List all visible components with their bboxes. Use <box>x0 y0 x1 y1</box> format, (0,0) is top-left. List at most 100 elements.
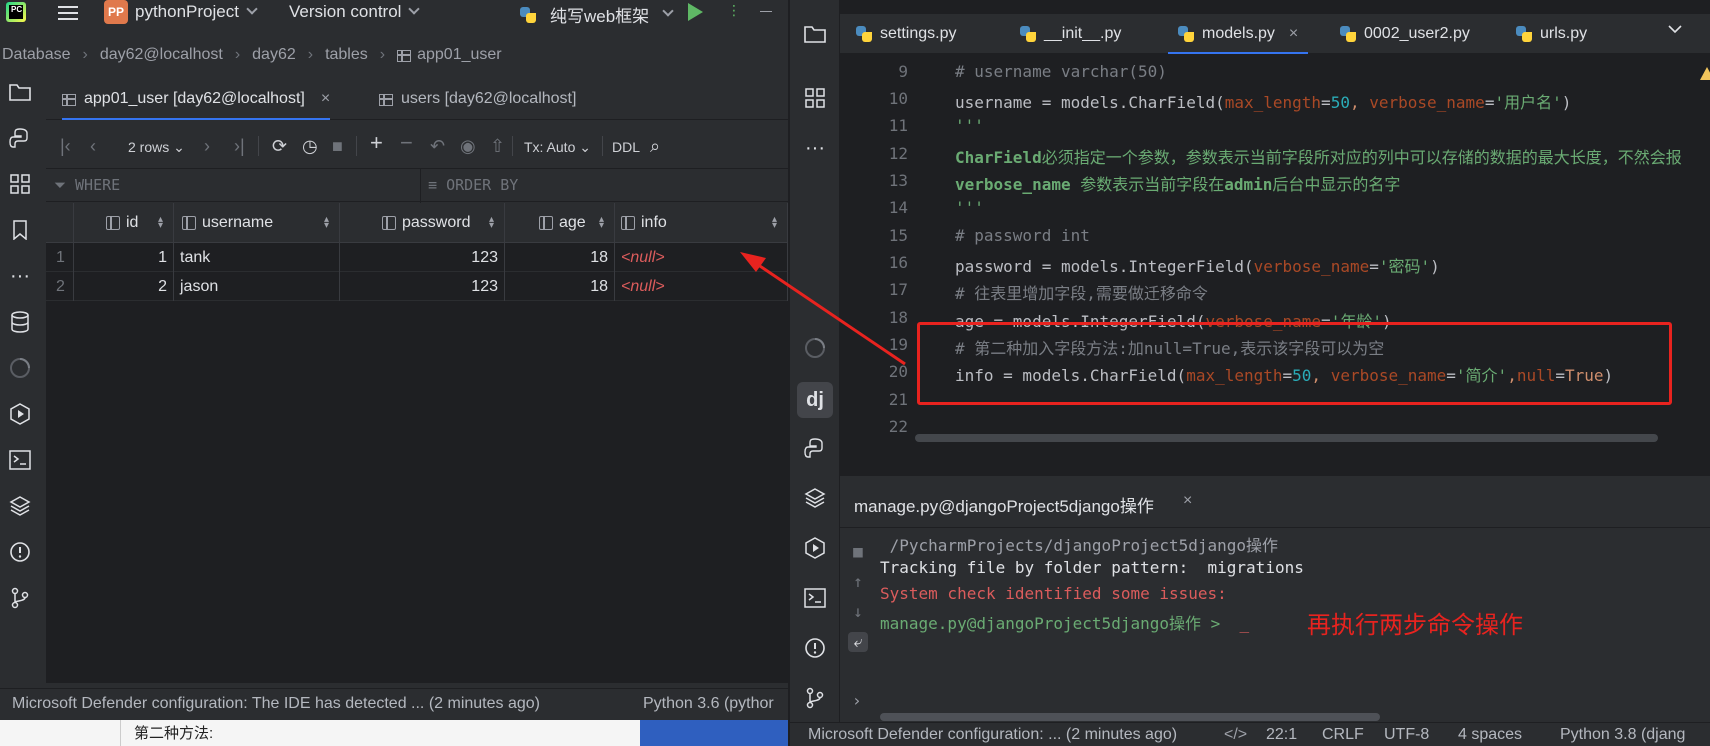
tab-settings-py[interactable]: settings.py <box>856 14 956 54</box>
services-icon[interactable] <box>8 402 32 426</box>
column-header-password[interactable]: password ▴ ▾ <box>340 203 505 243</box>
sort-icon[interactable]: ▴ ▾ <box>324 215 329 231</box>
run-icon[interactable] <box>688 3 703 21</box>
version-control-menu[interactable]: Version control <box>289 2 421 22</box>
cell-age[interactable]: 18 <box>505 272 615 301</box>
layers-icon[interactable] <box>8 494 32 518</box>
structure-icon[interactable] <box>8 172 32 196</box>
cell-username[interactable]: jason <box>174 272 340 301</box>
terminal-prompt[interactable]: manage.py@djangoProject5django操作 > _ <box>880 610 1249 634</box>
delete-row-icon[interactable]: − <box>400 132 413 154</box>
column-header-age[interactable]: age ▴ ▾ <box>505 203 615 243</box>
debug-icon[interactable]: ⋮ <box>727 2 741 19</box>
add-row-icon[interactable]: + <box>370 132 383 154</box>
sort-icon[interactable]: ▴ ▾ <box>599 215 604 231</box>
cell-id[interactable]: 2 <box>74 272 174 301</box>
indent-setting[interactable]: 4 spaces <box>1458 726 1522 744</box>
cell-id[interactable]: 1 <box>74 243 174 272</box>
warning-indicator[interactable]: 1 ˄ <box>1700 64 1710 83</box>
tab-users[interactable]: users [day62@localhost] <box>379 78 576 120</box>
sort-icon[interactable]: ▴ ▾ <box>772 215 777 231</box>
ddl-button[interactable]: DDL <box>612 137 640 157</box>
project-badge[interactable]: PP <box>104 0 128 24</box>
file-encoding[interactable]: UTF-8 <box>1384 726 1429 744</box>
tab-models-py[interactable]: models.py × <box>1167 14 1309 54</box>
column-header-info[interactable]: info ▴ ▾ <box>615 203 788 243</box>
python-console-icon[interactable] <box>803 436 827 460</box>
run-config-selector[interactable]: 纯写web框架 <box>520 2 674 27</box>
database-icon[interactable] <box>8 310 32 334</box>
breadcrumb-tables[interactable]: tables <box>325 46 368 64</box>
main-menu-icon[interactable] <box>58 2 78 22</box>
python-console-icon[interactable] <box>8 126 32 150</box>
tab-init-py[interactable]: __init__.py <box>1020 14 1121 54</box>
django-icon[interactable]: dj <box>797 382 833 418</box>
breadcrumb-schema[interactable]: day62 <box>252 46 296 64</box>
table-row[interactable]: 1 1 tank 123 18 <null> <box>46 243 788 272</box>
profiler-icon[interactable] <box>8 356 32 380</box>
search-icon[interactable]: ⌕ <box>650 136 660 156</box>
cell-username[interactable]: tank <box>174 243 340 272</box>
soft-wrap-icon[interactable]: ⤶ <box>848 632 868 652</box>
tab-urls-py[interactable]: urls.py <box>1516 14 1587 54</box>
git-icon[interactable] <box>803 686 827 710</box>
caret-position[interactable]: 22:1 <box>1266 726 1297 744</box>
next-page-icon[interactable]: › <box>204 136 210 156</box>
first-page-icon[interactable]: |‹ <box>60 136 71 156</box>
arrow-down-icon[interactable]: ↓ <box>848 602 868 622</box>
last-page-icon[interactable]: ›| <box>234 136 245 156</box>
folder-icon[interactable] <box>8 80 32 104</box>
more-tools-icon[interactable]: ··· <box>803 136 827 160</box>
stop-icon[interactable]: ■ <box>332 136 343 156</box>
problems-icon[interactable] <box>8 540 32 564</box>
where-filter-input[interactable]: ⏷ WHERE <box>54 176 120 194</box>
refresh-icon[interactable]: ⟳ <box>272 136 287 156</box>
status-message[interactable]: Microsoft Defender configuration: The ID… <box>12 695 540 713</box>
close-icon[interactable]: × <box>1183 492 1192 510</box>
close-icon[interactable]: × <box>321 90 330 108</box>
breadcrumb-database[interactable]: Database <box>2 46 71 64</box>
project-selector[interactable]: pythonProject <box>135 2 258 22</box>
terminal-panel[interactable]: ■ ↑ ↓ ⤶ › /PycharmProjects/djangoProject… <box>840 528 1710 723</box>
tab-app01-user[interactable]: app01_user [day62@localhost] × <box>62 78 331 120</box>
column-header-id[interactable]: id ▴ ▾ <box>74 203 174 243</box>
terminal-icon[interactable] <box>803 586 827 610</box>
folder-icon[interactable] <box>803 22 827 46</box>
structure-icon[interactable] <box>803 86 827 110</box>
stop-icon[interactable]: ■ <box>848 542 868 562</box>
line-separator[interactable]: CRLF <box>1322 726 1364 744</box>
chevron-down-icon[interactable] <box>1668 24 1682 34</box>
column-header-username[interactable]: username ▴ ▾ <box>174 203 340 243</box>
rows-selector[interactable]: 2 rows ⌄ <box>128 137 185 157</box>
horizontal-scrollbar[interactable] <box>915 434 1658 442</box>
revert-icon[interactable]: ↶ <box>430 136 445 156</box>
chevron-right-icon[interactable]: › <box>852 691 862 710</box>
table-row[interactable]: 2 2 jason 123 18 <null> <box>46 272 788 301</box>
preview-icon[interactable]: ◉ <box>460 136 476 156</box>
close-icon[interactable]: × <box>1289 25 1298 43</box>
profiler-icon[interactable] <box>803 336 827 360</box>
cell-info[interactable]: <null> <box>615 272 788 301</box>
terminal-tab[interactable]: manage.py@djangoProject5django操作 <box>854 492 1154 517</box>
services-icon[interactable] <box>803 536 827 560</box>
submit-icon[interactable]: ⇧ <box>490 136 505 156</box>
layers-icon[interactable] <box>803 486 827 510</box>
more-tools-icon[interactable]: ··· <box>8 264 32 288</box>
sort-icon[interactable]: ▴ ▾ <box>158 215 163 231</box>
terminal-icon[interactable] <box>8 448 32 472</box>
breadcrumb-host[interactable]: day62@localhost <box>100 46 223 64</box>
git-icon[interactable] <box>8 586 32 610</box>
status-message[interactable]: Microsoft Defender configuration: ... (2… <box>808 726 1177 744</box>
sort-icon[interactable]: ▴ ▾ <box>489 215 494 231</box>
history-icon[interactable]: ◷ <box>302 136 318 156</box>
horizontal-scrollbar[interactable] <box>880 713 1380 721</box>
previous-page-icon[interactable]: ‹ <box>90 136 96 156</box>
order-by-input[interactable]: ≡ ORDER BY <box>428 176 518 194</box>
cell-age[interactable]: 18 <box>505 243 615 272</box>
tab-0002-user2-py[interactable]: 0002_user2.py <box>1340 14 1470 54</box>
code-editor[interactable]: 1 ˄ 9 10 11 12 13 14 15 16 17 18 19 20 2… <box>840 58 1710 446</box>
transaction-mode-selector[interactable]: Tx: Auto ⌄ <box>524 137 591 157</box>
code-icon[interactable]: </> <box>1224 726 1247 744</box>
interpreter-status[interactable]: Python 3.8 (djang <box>1560 726 1685 744</box>
cell-info[interactable]: <null> <box>615 243 788 272</box>
